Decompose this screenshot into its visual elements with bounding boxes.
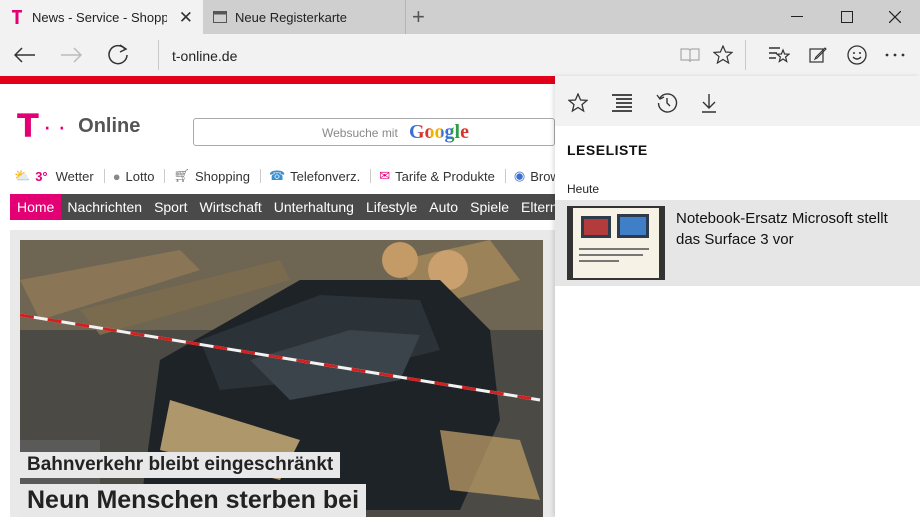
new-tab-icon[interactable]: + [412,4,425,30]
back-icon[interactable] [10,42,40,68]
web-page: T ·· Online Websuche mit Google ⛅ 3° Wet… [0,76,555,517]
headline-main[interactable]: Neun Menschen sterben bei [20,484,367,517]
globe-icon: ◉ [513,168,526,183]
tab-label: News - Service - Shopping [32,9,167,25]
search-placeholder: Websuche mit [322,126,398,140]
address-bar: t-online.de [0,34,920,76]
phonebook-icon: ☎ [268,168,286,183]
nav-spiele[interactable]: Spiele [464,194,515,220]
tab-bar: News - Service - Shopping ✕ Neue Registe… [0,0,920,34]
search-input[interactable]: Websuche mit Google [193,118,555,146]
refresh-icon[interactable] [104,42,134,68]
telekom-dots-icon: ·· [42,111,73,141]
hub-downloads-icon[interactable] [696,90,722,116]
hub-tabs [555,76,920,126]
hub-favorites-star-icon[interactable] [565,90,591,116]
quick-link-tarife[interactable]: ✉ Tarife & Produkte [379,168,495,184]
minimize-icon[interactable] [772,0,822,34]
hub-reading-list-icon[interactable] [609,90,635,116]
reading-list-thumbnail [567,206,665,280]
nav-wirtschaft[interactable]: Wirtschaft [194,194,268,220]
divider [745,40,746,70]
tab-new[interactable]: Neue Registerkarte [203,0,406,34]
hub-panel: LESELISTE Heute Notebook-Ersatz Microsof… [555,76,920,517]
logo-text: Online [78,114,141,137]
divider [158,40,159,70]
shopping-cart-icon: 🛒︎ [173,168,190,183]
nav-nachrichten[interactable]: Nachrichten [61,194,148,220]
page-icon [213,10,227,24]
hub-title: LESELISTE [567,142,648,158]
t-online-logo[interactable]: T ·· Online [17,110,140,142]
quick-link-lotto[interactable]: ● Lotto [113,169,155,184]
web-note-icon[interactable] [805,42,831,68]
divider [164,169,166,183]
quick-links: ⛅ 3° Wetter ● Lotto 🛒︎ Shopping ☎ Telefo… [14,166,555,186]
quick-link-shopping[interactable]: 🛒︎ Shopping [173,168,249,184]
nav-eltern[interactable]: Eltern [515,194,555,220]
nav-sport[interactable]: Sport [148,194,193,220]
tab-t-online[interactable]: News - Service - Shopping ✕ [0,0,203,34]
divider [370,169,372,183]
quick-link-telefonverz[interactable]: ☎ Telefonverz. [269,168,360,184]
divider [259,169,261,183]
reading-list-item-title: Notebook-Ersatz Microsoft stellt das Sur… [676,210,888,248]
headline-kicker[interactable]: Bahnverkehr bleibt eingeschränkt [20,452,341,478]
weather-temp: 3° [35,168,48,184]
divider [504,169,506,183]
close-tab-icon[interactable]: ✕ [179,8,193,28]
url-input[interactable]: t-online.de [172,48,237,64]
more-icon[interactable] [882,42,908,68]
nav-home[interactable]: Home [10,194,62,220]
lotto-ball-icon: ● [112,168,121,184]
gift-icon: ✉ [379,168,391,183]
hub-history-icon[interactable] [654,90,680,116]
reading-list-item[interactable]: Notebook-Ersatz Microsoft stellt das Sur… [555,200,920,286]
divider [103,169,105,183]
reading-view-icon[interactable] [677,42,703,68]
group-label: Heute [567,182,600,196]
nav-lifestyle[interactable]: Lifestyle [360,194,423,220]
telekom-favicon-icon [10,10,24,24]
nav-auto[interactable]: Auto [423,194,464,220]
main-navigation: Home Nachrichten Sport Wirtschaft Unterh… [10,194,555,220]
quick-link-wetter[interactable]: ⛅ 3° Wetter [14,168,94,184]
quick-link-browser[interactable]: ◉ Brow [514,168,555,184]
brand-bar [0,76,555,84]
weather-icon: ⛅ [14,168,31,183]
close-window-icon[interactable] [870,0,920,34]
telekom-t-icon: T [17,107,39,145]
forward-icon[interactable] [56,42,86,68]
hub-icon[interactable] [766,42,792,68]
feedback-smiley-icon[interactable] [844,42,870,68]
favorite-star-icon[interactable] [710,42,736,68]
nav-unterhaltung[interactable]: Unterhaltung [268,194,360,220]
google-logo: Google [409,121,469,143]
tab-label: Neue Registerkarte [235,9,347,25]
maximize-icon[interactable] [822,0,872,34]
